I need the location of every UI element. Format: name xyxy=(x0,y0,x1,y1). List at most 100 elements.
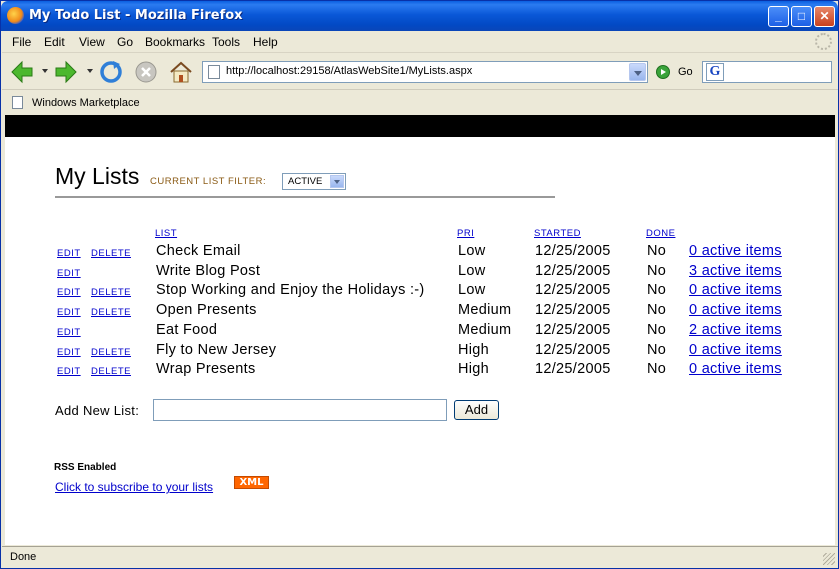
chevron-down-icon[interactable] xyxy=(330,175,344,188)
list-priority: High xyxy=(458,341,490,358)
filter-value: ACTIVE xyxy=(288,176,323,187)
search-input[interactable]: G xyxy=(702,61,832,83)
menu-bar: File Edit View Go Bookmarks Tools Help xyxy=(2,31,838,53)
page-content: My Lists CURRENT LIST FILTER: ACTIVE LIS… xyxy=(5,115,835,545)
menu-go[interactable]: Go xyxy=(117,35,133,49)
forward-dropdown-icon[interactable] xyxy=(87,69,93,73)
delete-link[interactable]: DELETE xyxy=(91,366,131,377)
table-row: EDIT DELETE Wrap Presents High 12/25/2005 No 0… xyxy=(5,361,835,381)
list-filter-select[interactable]: ACTIVE xyxy=(282,173,346,190)
bookmarks-toolbar: Windows Marketplace xyxy=(2,91,838,115)
throbber-icon xyxy=(815,33,832,50)
menu-edit[interactable]: Edit xyxy=(44,35,65,49)
table-row: EDIT DELETE Stop Working and Enjoy the Hol… xyxy=(5,282,835,302)
active-items-link[interactable]: 0 active items xyxy=(689,282,782,298)
go-icon[interactable] xyxy=(656,65,670,79)
column-header-started[interactable]: STARTED xyxy=(534,228,581,239)
edit-link[interactable]: EDIT xyxy=(57,287,81,298)
list-priority: Low xyxy=(458,282,486,299)
menu-file[interactable]: File xyxy=(12,35,31,49)
stop-icon[interactable] xyxy=(133,59,159,85)
table-row: EDIT DELETE Check Email Low 12/25/2005 No 0 ac… xyxy=(5,243,835,263)
chevron-down-icon[interactable] xyxy=(629,63,646,81)
list-done: No xyxy=(647,341,667,358)
list-name: Fly to New Jersey xyxy=(156,341,277,358)
active-items-link[interactable]: 3 active items xyxy=(689,263,782,279)
list-name: Check Email xyxy=(156,243,241,259)
delete-link[interactable]: DELETE xyxy=(91,307,131,318)
list-done: No xyxy=(647,262,667,279)
list-name: Open Presents xyxy=(156,302,257,319)
new-list-input[interactable] xyxy=(153,399,447,421)
minimize-button[interactable]: _ xyxy=(768,6,789,27)
page-header-band xyxy=(5,115,835,137)
list-name: Wrap Presents xyxy=(156,361,256,378)
xml-feed-badge[interactable]: XML xyxy=(234,476,269,489)
list-started: 12/25/2005 xyxy=(535,302,611,319)
go-button-label[interactable]: Go xyxy=(678,66,693,78)
address-bar[interactable]: http://localhost:29158/AtlasWebSite1/MyL… xyxy=(202,61,648,83)
list-started: 12/25/2005 xyxy=(535,262,611,279)
edit-link[interactable]: EDIT xyxy=(57,366,81,377)
list-started: 12/25/2005 xyxy=(535,361,611,378)
list-started: 12/25/2005 xyxy=(535,321,611,338)
firefox-icon xyxy=(7,7,24,24)
active-items-link[interactable]: 0 active items xyxy=(689,361,782,377)
edit-link[interactable]: EDIT xyxy=(57,248,81,259)
page-icon xyxy=(208,65,220,79)
close-button[interactable]: ✕ xyxy=(814,6,835,27)
table-row: EDIT DELETE Fly to New Jersey High 12/25/200… xyxy=(5,342,835,362)
list-name: Write Blog Post xyxy=(156,262,261,279)
menu-bookmarks[interactable]: Bookmarks xyxy=(145,35,205,49)
list-name: Stop Working and Enjoy the Holidays :-) xyxy=(156,282,425,299)
column-header-done[interactable]: DONE xyxy=(646,228,675,239)
column-header-pri[interactable]: PRI xyxy=(457,228,474,239)
heading-divider xyxy=(55,196,555,198)
address-url: http://localhost:29158/AtlasWebSite1/MyL… xyxy=(226,65,473,77)
edit-link[interactable]: EDIT xyxy=(57,268,81,279)
edit-link[interactable]: EDIT xyxy=(57,347,81,358)
list-priority: Low xyxy=(458,262,486,279)
list-done: No xyxy=(647,243,667,259)
rss-enabled-label: RSS Enabled xyxy=(54,462,117,473)
active-items-link[interactable]: 0 active items xyxy=(689,302,782,318)
table-row: EDIT Eat Food Medium 12/25/2005 No 2 active i… xyxy=(5,322,835,342)
table-row: EDIT Write Blog Post Low 12/25/2005 No 3 acti… xyxy=(5,263,835,283)
add-button[interactable]: Add xyxy=(454,400,499,420)
list-priority: Low xyxy=(458,243,486,259)
google-icon[interactable]: G xyxy=(706,63,724,81)
resize-grip-icon[interactable] xyxy=(823,553,835,565)
list-done: No xyxy=(647,361,667,378)
forward-arrow-icon[interactable] xyxy=(53,59,79,85)
list-started: 12/25/2005 xyxy=(535,243,611,259)
maximize-button[interactable]: □ xyxy=(791,6,812,27)
list-priority: High xyxy=(458,361,490,378)
home-icon[interactable] xyxy=(168,59,194,85)
active-items-link[interactable]: 2 active items xyxy=(689,322,782,338)
reload-icon[interactable] xyxy=(98,59,124,85)
rss-subscribe-link[interactable]: Click to subscribe to your lists xyxy=(55,480,213,494)
filter-label: CURRENT LIST FILTER: xyxy=(150,176,267,187)
bookmark-page-icon xyxy=(12,96,23,109)
page-title: My Lists xyxy=(55,163,140,189)
edit-link[interactable]: EDIT xyxy=(57,307,81,318)
delete-link[interactable]: DELETE xyxy=(91,287,131,298)
add-new-list-label: Add New List: xyxy=(55,403,140,418)
status-text: Done xyxy=(10,551,37,563)
list-started: 12/25/2005 xyxy=(535,341,611,358)
back-dropdown-icon[interactable] xyxy=(42,69,48,73)
delete-link[interactable]: DELETE xyxy=(91,248,131,259)
column-header-list[interactable]: LIST xyxy=(155,228,177,239)
edit-link[interactable]: EDIT xyxy=(57,327,81,338)
delete-link[interactable]: DELETE xyxy=(91,347,131,358)
menu-help[interactable]: Help xyxy=(253,35,278,49)
browser-window: My Todo List - Mozilla Firefox _ □ ✕ Fil… xyxy=(0,0,839,569)
menu-view[interactable]: View xyxy=(79,35,105,49)
list-done: No xyxy=(647,302,667,319)
active-items-link[interactable]: 0 active items xyxy=(689,243,782,259)
back-arrow-icon[interactable] xyxy=(9,59,35,85)
menu-tools[interactable]: Tools xyxy=(212,35,240,49)
list-name: Eat Food xyxy=(156,321,218,338)
active-items-link[interactable]: 0 active items xyxy=(689,342,782,358)
bookmark-windows-marketplace[interactable]: Windows Marketplace xyxy=(32,97,140,109)
